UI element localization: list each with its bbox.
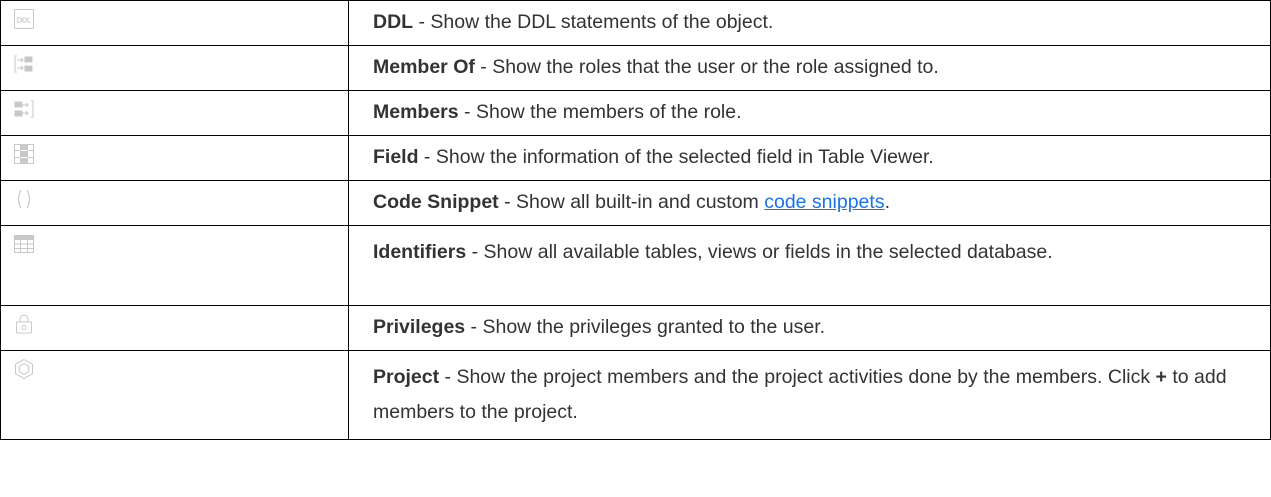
code-snippet-icon <box>13 188 35 210</box>
feature-description: Show the roles that the user or the role… <box>492 56 939 78</box>
icon-cell <box>0 225 349 306</box>
feature-name: Member Of <box>373 56 475 78</box>
ddl-icon: DDL <box>13 8 35 30</box>
table-row: DDL DDL - Show the DDL statements of the… <box>0 0 1271 46</box>
icon-cell <box>0 45 349 91</box>
icon-cell <box>0 90 349 136</box>
field-icon <box>13 143 35 165</box>
description-cell: Project - Show the project members and t… <box>348 350 1271 440</box>
description-cell: Field - Show the information of the sele… <box>348 135 1271 181</box>
code-snippets-link[interactable]: code snippets <box>764 191 884 213</box>
description-cell: Member Of - Show the roles that the user… <box>348 45 1271 91</box>
table-row: Field - Show the information of the sele… <box>0 135 1271 181</box>
feature-description: Show the privileges granted to the user. <box>482 316 826 338</box>
members-icon <box>13 98 35 120</box>
feature-name: Code Snippet <box>373 191 499 213</box>
feature-name: DDL <box>373 11 414 33</box>
description-cell: DDL - Show the DDL statements of the obj… <box>348 0 1271 46</box>
feature-reference-table: DDL DDL - Show the DDL statements of the… <box>0 0 1271 440</box>
feature-description: Show the information of the selected fie… <box>435 146 934 168</box>
table-row: Member Of - Show the roles that the user… <box>0 45 1271 91</box>
feature-name: Privileges <box>373 316 466 338</box>
description-cell: Members - Show the members of the role. <box>348 90 1271 136</box>
identifiers-icon <box>13 233 35 255</box>
description-cell: Code Snippet - Show all built-in and cus… <box>348 180 1271 226</box>
feature-description: Show the project members and the project… <box>456 366 1156 388</box>
plus-label: + <box>1155 366 1167 388</box>
icon-cell <box>0 180 349 226</box>
icon-cell <box>0 305 349 351</box>
icon-cell <box>0 350 349 440</box>
icon-cell <box>0 135 349 181</box>
icon-cell: DDL <box>0 0 349 46</box>
feature-name: Identifiers <box>373 241 467 263</box>
svg-text:DDL: DDL <box>17 18 31 25</box>
feature-name: Members <box>373 101 459 123</box>
description-cell: Privileges - Show the privileges granted… <box>348 305 1271 351</box>
member-of-icon <box>13 53 35 75</box>
table-row: Members - Show the members of the role. <box>0 90 1271 136</box>
project-icon <box>13 358 35 380</box>
feature-description: Show the DDL statements of the object. <box>430 11 774 33</box>
table-row: Identifiers - Show all available tables,… <box>0 225 1271 306</box>
table-row: Privileges - Show the privileges granted… <box>0 305 1271 351</box>
table-row: Project - Show the project members and t… <box>0 350 1271 440</box>
description-cell: Identifiers - Show all available tables,… <box>348 225 1271 306</box>
privileges-icon <box>13 313 35 335</box>
feature-description: Show all available tables, views or fiel… <box>483 241 1053 263</box>
table-row: Code Snippet - Show all built-in and cus… <box>0 180 1271 226</box>
feature-name: Project <box>373 366 440 388</box>
feature-description: Show all built-in and custom <box>516 191 765 213</box>
feature-description: Show the members of the role. <box>475 101 742 123</box>
feature-name: Field <box>373 146 419 168</box>
